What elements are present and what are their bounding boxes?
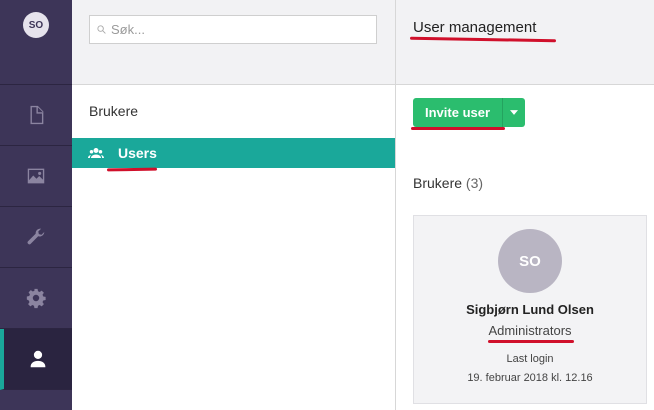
rail-item-settings[interactable] [0,268,72,329]
users-heading-label: Brukere [413,175,463,191]
search-icon [97,25,106,34]
document-icon [30,105,44,125]
annotation-underline [488,340,574,343]
rail-avatar-area: SO [0,0,72,85]
search-input[interactable] [111,22,361,37]
chevron-down-icon [510,110,519,115]
rail-item-users[interactable] [0,329,72,390]
invite-user-split-button: Invite user [413,98,526,127]
tree-node-label: Users [118,145,157,161]
search-box[interactable] [89,15,377,44]
user-name: Sigbjørn Lund Olsen [466,302,594,317]
user-avatar: SO [498,229,562,293]
image-icon [27,168,45,184]
rail-item-developer[interactable] [0,207,72,268]
gear-icon [26,288,46,309]
users-heading: Brukere (3) [413,175,483,191]
users-group-icon [88,148,104,158]
annotation-underline [106,167,158,172]
annotation-underline [411,127,505,130]
user-icon [30,350,46,368]
rail-item-media[interactable] [0,146,72,207]
invite-user-button[interactable]: Invite user [413,98,504,127]
app-rail: SO [0,0,72,410]
users-count: (3) [465,175,484,191]
last-login-label: Last login [506,353,554,365]
tree-header [72,0,395,85]
main-header: User management [396,0,654,85]
tree-node-users[interactable]: Users [72,138,395,168]
invite-options-button[interactable] [503,98,526,127]
avatar[interactable]: SO [23,12,49,38]
tree-section-title: Brukere [89,103,139,119]
wrench-icon [27,228,45,245]
annotation-underline [409,36,557,43]
user-card[interactable]: SO Sigbjørn Lund Olsen Administrators La… [413,215,647,404]
main-panel: User management Invite user Brukere (3) … [396,0,654,410]
tree-panel: Brukere Users [72,0,396,410]
page-title: User management [413,19,537,36]
rail-item-content[interactable] [0,85,72,146]
last-login-value: 19. februar 2018 kl. 12.16 [467,372,593,384]
user-group: Administrators [488,323,572,338]
